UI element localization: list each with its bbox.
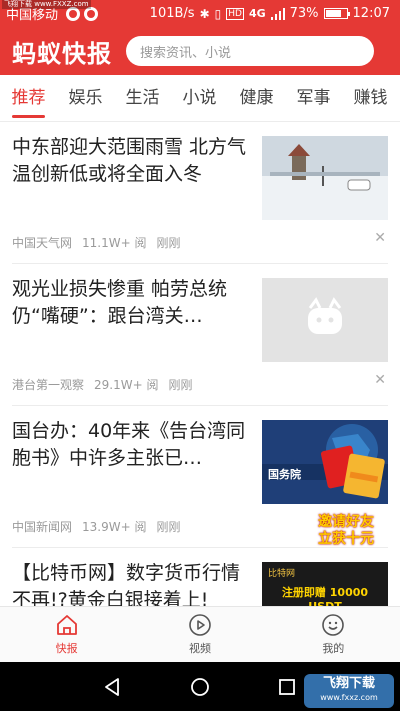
category-tabs: 推荐 娱乐 生活 小说 健康 军事 赚钱	[0, 75, 400, 122]
nav-kuaibao[interactable]: 快报	[0, 607, 133, 662]
play-icon	[189, 614, 211, 636]
news-source: 港台第一观察	[12, 378, 85, 392]
signal-icon	[270, 7, 285, 20]
ad-thumbnail[interactable]: 比特网 注册即赠 10000 USDT	[262, 562, 388, 606]
hd-icon: HD	[226, 7, 244, 20]
search-input[interactable]: 搜索资讯、小说	[126, 36, 374, 66]
vibrate-icon: ▯	[214, 6, 222, 21]
nav-label: 我的	[322, 642, 345, 655]
news-time: 刚刚	[156, 236, 181, 250]
news-views: 29.1W+ 阅	[94, 378, 159, 392]
tab-earn[interactable]: 赚钱	[342, 75, 399, 122]
news-title[interactable]: 中东部迎大范围雨雪 北方气温创新低或将全面入冬	[12, 134, 248, 188]
home-icon	[56, 615, 77, 635]
tab-military[interactable]: 军事	[285, 75, 342, 122]
watermark-top: 飞翔下载 www.FXXZ.com	[2, 0, 91, 9]
ad-headline: 注册即赠 10000 USDT	[281, 586, 369, 606]
network-type: 4G	[248, 7, 266, 20]
snow-street-image	[262, 136, 388, 220]
news-item[interactable]: 【比特币网】数字货币行情不再!?黄金白银接着上! 比特网 注册即赠 10000 …	[12, 548, 388, 606]
watermark-url: www.fxxz.com	[320, 693, 378, 702]
news-thumbnail[interactable]	[262, 278, 388, 362]
watermark-bottom: 飞翔下载 www.fxxz.com	[304, 674, 394, 708]
watermark-title: 飞翔下载	[322, 676, 375, 691]
nav-label: 视频	[188, 642, 211, 655]
news-source: 中国天气网	[12, 236, 73, 250]
news-meta: 港台第一观察 29.1W+ 阅 刚刚	[12, 376, 193, 393]
bluetooth-icon: ✱	[199, 6, 210, 21]
news-thumbnail[interactable]	[262, 136, 388, 220]
news-views: 13.9W+ 阅	[82, 520, 147, 534]
tab-health[interactable]: 健康	[228, 75, 285, 122]
news-time: 刚刚	[168, 378, 193, 392]
app-header: 蚂蚁快报 搜索资讯、小说	[0, 27, 400, 75]
news-title[interactable]: 观光业损失惨重 帕劳总统仍“嘴硬”：跟台湾关…	[12, 276, 248, 330]
dismiss-icon[interactable]: ✕	[374, 372, 386, 388]
dismiss-icon[interactable]: ✕	[374, 230, 386, 246]
news-source: 中国新闻网	[12, 520, 73, 534]
news-meta: 中国新闻网 13.9W+ 阅 刚刚	[12, 518, 181, 535]
tab-novel[interactable]: 小说	[171, 75, 228, 122]
bottom-nav: 快报 视频 我的	[0, 606, 400, 662]
news-item[interactable]: 观光业损失惨重 帕劳总统仍“嘴硬”：跟台湾关… 港台第一观察 29.1W+ 阅 …	[12, 264, 388, 406]
news-time: 刚刚	[156, 520, 181, 534]
battery-icon	[323, 8, 350, 19]
app-logo: 蚂蚁快报	[12, 39, 112, 68]
map-caption: 国务院	[268, 468, 301, 481]
nav-video[interactable]: 视频	[133, 607, 266, 662]
news-meta: 中国天气网 11.1W+ 阅 刚刚	[12, 234, 181, 251]
search-placeholder: 搜索资讯、小说	[140, 45, 232, 61]
news-title[interactable]: 国台办：40年来《告台湾同胞书》中许多主张已…	[12, 418, 248, 472]
ad-brand: 比特网	[268, 569, 296, 579]
tab-recommend[interactable]: 推荐	[0, 75, 57, 122]
clock: 12:07	[352, 6, 390, 21]
nav-label: 快报	[55, 642, 78, 655]
nav-mine[interactable]: 我的	[267, 607, 400, 662]
home-circle-icon[interactable]	[189, 676, 211, 698]
smile-icon	[322, 614, 345, 636]
tab-life[interactable]: 生活	[114, 75, 171, 122]
promo-line2: 立获十元	[318, 531, 374, 547]
news-views: 11.1W+ 阅	[82, 236, 147, 250]
invite-promo[interactable]: 邀请好友 立获十元	[298, 430, 394, 550]
gift-envelope-icon	[320, 445, 385, 499]
battery-percent: 73%	[289, 6, 319, 21]
news-title[interactable]: 【比特币网】数字货币行情不再!?黄金白银接着上!	[12, 560, 248, 606]
promo-text: 邀请好友 立获十元	[298, 514, 394, 548]
promo-line1: 邀请好友	[318, 514, 374, 530]
status-right: 101B/s ✱ ▯ HD 4G 73% 12:07	[150, 6, 390, 21]
recents-icon[interactable]	[276, 676, 298, 698]
back-icon[interactable]	[102, 676, 124, 698]
placeholder-logo-image	[262, 278, 388, 362]
network-speed: 101B/s	[149, 6, 195, 21]
tab-entertainment[interactable]: 娱乐	[57, 75, 114, 122]
news-item[interactable]: 中东部迎大范围雨雪 北方气温创新低或将全面入冬 中国天气网 11.1W+ 阅 刚…	[12, 122, 388, 264]
